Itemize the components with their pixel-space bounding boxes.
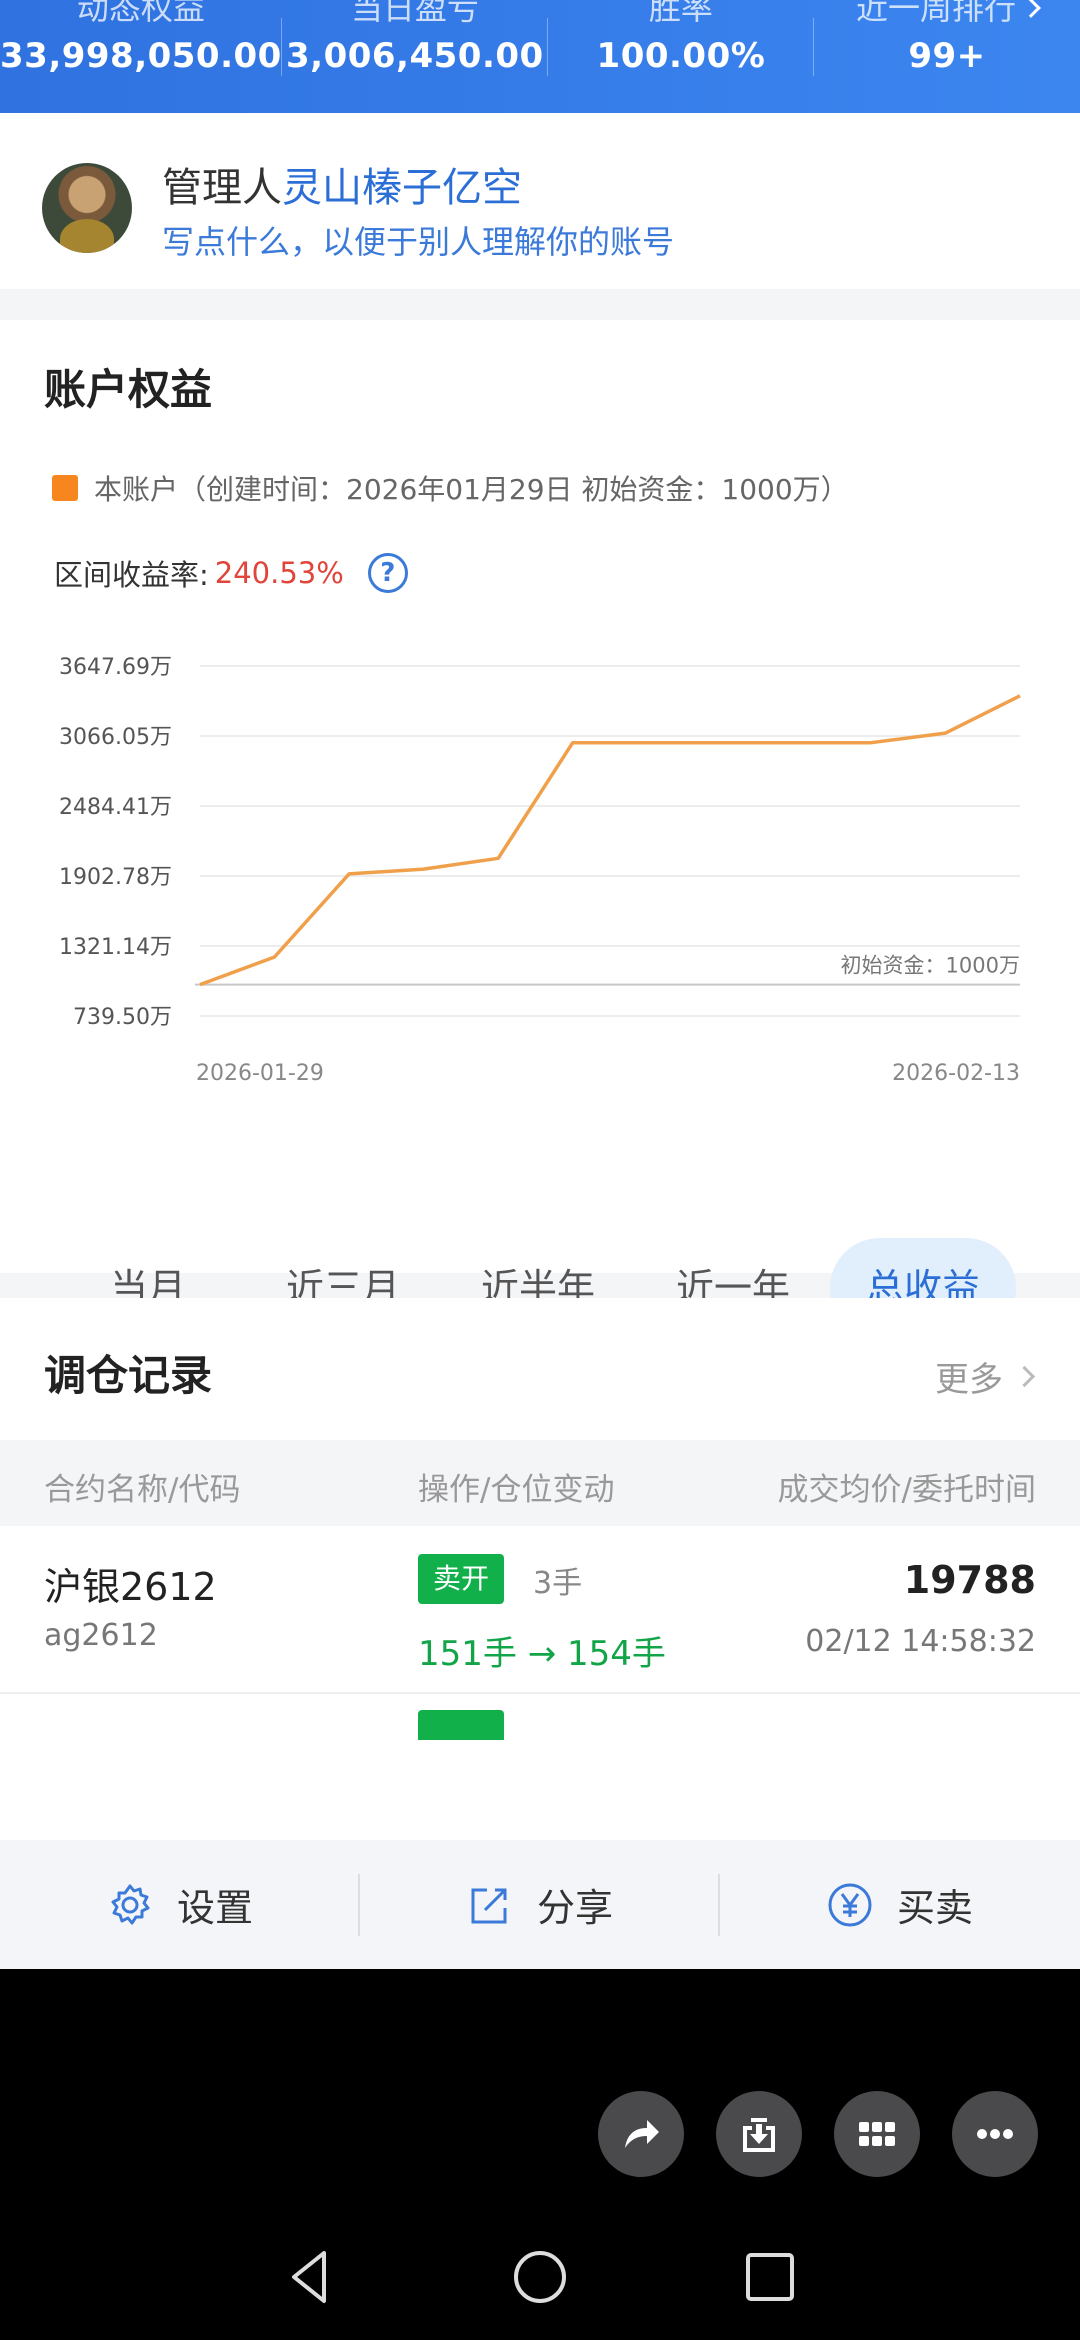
stats-bar: 动态权益 33,998,050.00 当日盈亏 3,006,450.00 胜率 … xyxy=(0,0,1080,113)
nav-home-icon[interactable] xyxy=(510,2247,570,2307)
column-header: 操作/仓位变动 xyxy=(418,1472,615,1508)
gear-icon xyxy=(111,1884,150,1924)
legend-label: 本账户（创建时间：2026年01月29日 初始资金：1000万） xyxy=(94,473,849,506)
rank-label: 近一周排行 xyxy=(855,0,1016,27)
y-tick-label: 1902.78万 xyxy=(59,865,172,890)
stat-label: 胜率 xyxy=(648,0,713,27)
share-button[interactable]: 分享 xyxy=(360,1840,720,1969)
manager-name[interactable]: 灵山榛子亿空 xyxy=(282,165,522,211)
position-to: 154手 xyxy=(567,1634,666,1674)
stat-weekly-rank[interactable]: 近一周排行 99+ xyxy=(814,0,1080,113)
settings-label: 设置 xyxy=(176,1886,253,1930)
help-icon[interactable]: ? xyxy=(367,553,408,593)
equity-section: 账户权益 本账户（创建时间：2026年01月29日 初始资金：1000万） 区间… xyxy=(0,320,1080,1338)
download-glyph xyxy=(743,2118,775,2152)
legend-swatch xyxy=(52,475,78,501)
range-return: 区间收益率: 240.53% ? xyxy=(54,552,408,594)
stat-value: 33,998,050.00 xyxy=(0,36,282,76)
more-dots-icon[interactable] xyxy=(952,2091,1038,2177)
stat-value: 99+ xyxy=(908,36,986,76)
section-title: 调仓记录 xyxy=(44,1351,213,1400)
arrow-right-icon: → xyxy=(527,1634,557,1674)
table-row[interactable]: 沪银2612 ag2612 卖开 3手 151手 → 154手 19788 02… xyxy=(0,1526,1080,1694)
page-content: 管理人灵山榛子亿空 写点什么，以便于别人理解你的账号 账户权益 本账户（创建时间… xyxy=(0,113,1080,1969)
y-tick-label: 2484.41万 xyxy=(59,795,172,820)
dots-glyph xyxy=(977,2129,1013,2139)
equity-chart[interactable]: 3647.69万 3066.05万 2484.41万 1902.78万 1321.14万… xyxy=(0,616,1080,1116)
column-header: 成交均价/委托时间 xyxy=(777,1472,1036,1508)
contract-name: 沪银2612 xyxy=(44,1565,217,1609)
stat-dynamic-equity: 动态权益 33,998,050.00 xyxy=(0,0,282,113)
grid-apps-icon[interactable] xyxy=(834,2091,920,2177)
stat-value: 3,006,450.00 xyxy=(286,36,544,76)
return-label: 区间收益率: xyxy=(54,558,209,592)
avatar[interactable] xyxy=(42,163,132,253)
equity-chart-svg: 3647.69万 3066.05万 2484.41万 1902.78万 1321.14万… xyxy=(59,655,1021,1086)
position-from: 151手 xyxy=(418,1634,517,1674)
x-tick-label: 2026-01-29 xyxy=(196,1061,324,1086)
y-tick-label: 739.50万 xyxy=(73,1005,172,1030)
y-tick-label: 1321.14万 xyxy=(59,935,172,960)
manager-bio[interactable]: 写点什么，以便于别人理解你的账号 xyxy=(162,217,674,263)
stat-win-rate: 胜率 100.00% xyxy=(548,0,815,113)
stat-value: 100.00% xyxy=(596,36,766,76)
stat-label: 动态权益 xyxy=(76,0,205,27)
trade-label: 买卖 xyxy=(896,1886,973,1930)
grid-glyph xyxy=(859,2122,895,2146)
order-time: 02/12 14:58:32 xyxy=(805,1624,1036,1659)
share-arrow-glyph xyxy=(625,2120,659,2148)
action-badge: 卖开 xyxy=(418,1554,504,1604)
manager-card[interactable]: 管理人灵山榛子亿空 写点什么，以便于别人理解你的账号 xyxy=(0,113,1080,289)
stat-label: 近一周排行 xyxy=(814,0,1080,32)
share-label: 分享 xyxy=(536,1886,613,1930)
download-icon[interactable] xyxy=(716,2091,802,2177)
manager-prefix: 管理人 xyxy=(162,165,282,211)
stat-daily-pnl: 当日盈亏 3,006,450.00 xyxy=(282,0,548,113)
avg-price: 19788 xyxy=(903,1558,1036,1602)
table-header: 合约名称/代码 操作/仓位变动 成交均价/委托时间 xyxy=(0,1440,1080,1526)
column-header: 合约名称/代码 xyxy=(44,1472,241,1508)
more-label: 更多 xyxy=(935,1360,1003,1400)
section-title: 账户权益 xyxy=(44,365,213,414)
position-change: 151手 → 154手 xyxy=(418,1626,666,1675)
return-value: 240.53% xyxy=(214,556,344,590)
trades-section: 调仓记录 更多 合约名称/代码 操作/仓位变动 成交均价/委托时间 沪银2612… xyxy=(0,1298,1080,1856)
contract-code: ag2612 xyxy=(44,1618,158,1653)
chevron-right-icon xyxy=(1021,0,1041,18)
action-badge-partial xyxy=(418,1710,504,1740)
settings-button[interactable]: 设置 xyxy=(0,1840,360,1969)
y-tick-label: 3647.69万 xyxy=(59,655,172,680)
yen-icon xyxy=(828,1883,872,1926)
share-icon xyxy=(471,1888,507,1923)
x-tick-label: 2026-02-13 xyxy=(892,1061,1020,1086)
trade-button[interactable]: 买卖 xyxy=(720,1840,1080,1969)
nav-back-icon[interactable] xyxy=(280,2247,340,2307)
chevron-right-icon xyxy=(1013,1365,1036,1388)
series-line xyxy=(199,694,1021,987)
chart-legend: 本账户（创建时间：2026年01月29日 初始资金：1000万） xyxy=(52,468,849,508)
manager-line: 管理人灵山榛子亿空 xyxy=(162,155,522,213)
baseline-label: 初始资金：1000万 xyxy=(841,954,1020,978)
nav-recents-icon[interactable] xyxy=(740,2247,800,2307)
trade-qty: 3手 xyxy=(533,1566,583,1601)
stat-label: 当日盈亏 xyxy=(350,0,479,27)
share-arrow-icon[interactable] xyxy=(598,2091,684,2177)
more-link[interactable]: 更多 xyxy=(935,1352,1036,1401)
y-tick-label: 3066.05万 xyxy=(59,725,172,750)
bottom-action-bar: 设置 分享 买卖 xyxy=(0,1840,1080,1969)
